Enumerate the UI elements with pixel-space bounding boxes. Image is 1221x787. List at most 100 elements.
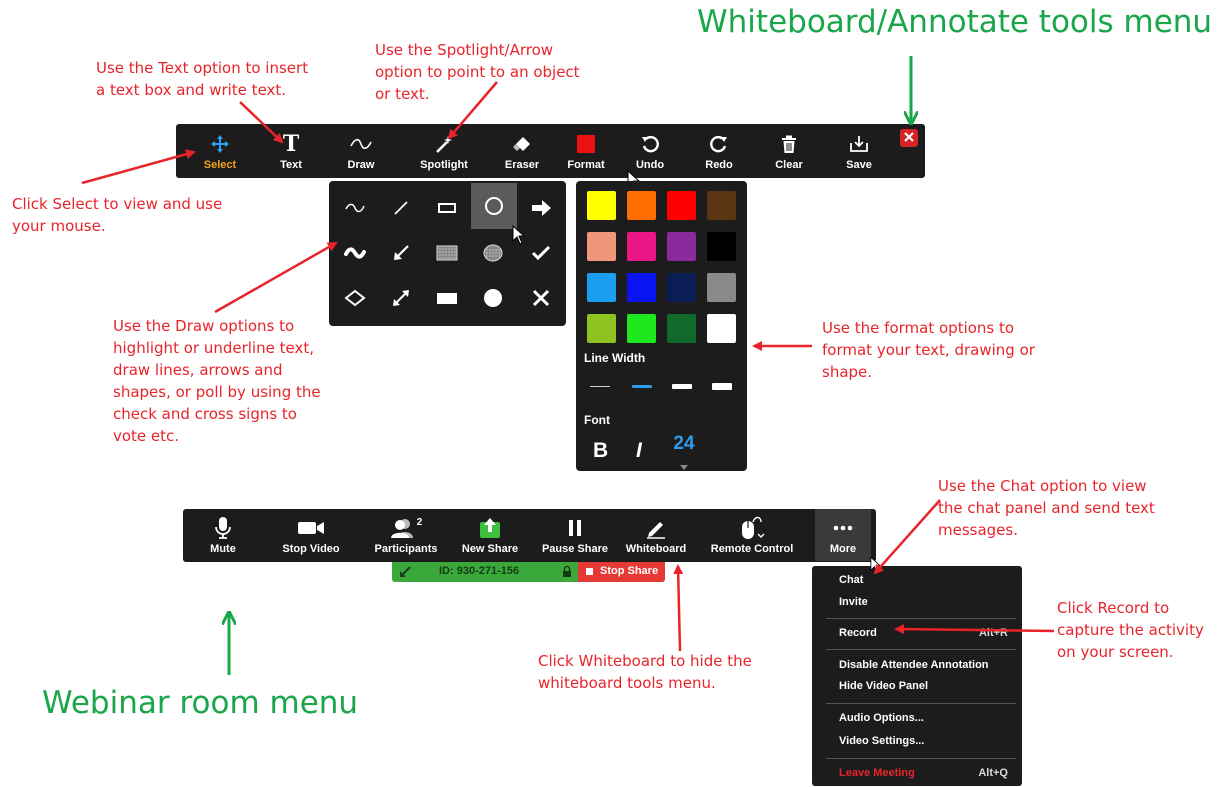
spotlight-tool-label: Spotlight [420, 159, 468, 171]
participants-icon: 2 [390, 515, 423, 541]
undo-icon [640, 132, 660, 156]
italic-button[interactable]: I [636, 439, 642, 463]
save-tool-button[interactable]: Save [831, 124, 887, 178]
save-tool-label: Save [846, 159, 872, 171]
straight-line-icon[interactable] [379, 186, 423, 230]
arrow-right-icon[interactable] [519, 186, 563, 230]
more-button[interactable]: More [815, 509, 871, 561]
eraser-tool-button[interactable]: Eraser [494, 124, 550, 178]
more-menu: Chat Invite Record Alt+R Disable Attende… [812, 566, 1022, 786]
color-swatch[interactable] [667, 314, 696, 343]
format-tool-button[interactable]: Format [558, 124, 614, 178]
pause-icon [568, 515, 582, 541]
clear-tool-label: Clear [775, 159, 803, 171]
menu-item-leave-meeting-label: Leave Meeting [839, 767, 915, 779]
line-width-thick[interactable] [672, 384, 692, 389]
arrow-to-whiteboard-button [673, 564, 684, 652]
menu-item-audio-options[interactable]: Audio Options... [812, 707, 1022, 729]
line-width-medium[interactable] [632, 385, 652, 388]
color-swatch[interactable] [627, 273, 656, 302]
filled-circle-icon[interactable] [471, 276, 515, 320]
color-swatch[interactable] [667, 191, 696, 220]
color-swatch[interactable] [587, 314, 616, 343]
menu-item-video-settings[interactable]: Video Settings... [812, 730, 1022, 752]
select-tool-label: Select [203, 159, 237, 171]
menu-item-chat[interactable]: Chat [812, 569, 1022, 591]
eraser-icon [512, 132, 532, 156]
meeting-id-text: ID: 930-271-156 [439, 565, 520, 577]
color-swatch[interactable] [587, 273, 616, 302]
color-swatch[interactable] [627, 232, 656, 261]
note-whiteboard-option: Click Whiteboard to hide the whiteboard … [538, 652, 752, 692]
ellipse-outline-icon[interactable] [471, 183, 517, 229]
color-swatch[interactable] [667, 232, 696, 261]
menu-item-invite[interactable]: Invite [812, 591, 1022, 613]
color-swatch[interactable] [707, 232, 736, 261]
draw-palette [329, 181, 566, 326]
line-width-thin[interactable] [590, 386, 610, 387]
double-arrow-icon[interactable] [379, 276, 423, 320]
whiteboard-menu-title: Whiteboard/Annotate tools menu [697, 4, 1213, 40]
filled-rect-pattern-icon[interactable] [425, 231, 469, 275]
mouse-icon [739, 515, 765, 541]
squiggle-icon [350, 132, 372, 156]
menu-item-invite-label: Invite [839, 596, 868, 608]
diamond-outline-icon[interactable] [333, 276, 377, 320]
filled-rectangle-icon[interactable] [425, 276, 469, 320]
menu-item-leave-meeting[interactable]: Leave Meeting Alt+Q [812, 762, 1022, 784]
leave-shortcut: Alt+Q [978, 767, 1008, 779]
note-text-option: Use the Text option to insert a text box… [96, 59, 309, 99]
color-swatch[interactable] [587, 232, 616, 261]
spotlight-tool-button[interactable]: Spotlight [408, 124, 480, 178]
participants-count: 2 [416, 516, 423, 528]
color-swatch[interactable] [627, 314, 656, 343]
close-annotate-button[interactable] [900, 129, 918, 147]
share-arrow-icon [398, 565, 412, 584]
font-size-select[interactable]: 24 [671, 433, 697, 470]
squiggle-line-icon[interactable] [333, 186, 377, 230]
menu-item-record[interactable]: Record Alt+R [812, 622, 1022, 644]
note-chat-option: Use the Chat option to view the chat pan… [938, 477, 1155, 539]
new-share-button[interactable]: New Share [455, 509, 525, 561]
color-swatch[interactable] [627, 191, 656, 220]
participants-button[interactable]: 2 Participants [365, 509, 447, 561]
menu-item-disable-annotation[interactable]: Disable Attendee Annotation [812, 654, 1022, 676]
filled-ellipse-pattern-icon[interactable] [471, 231, 515, 275]
text-tool-button[interactable]: T Text [264, 124, 318, 178]
select-tool-button[interactable]: Select [194, 124, 246, 178]
annotate-toolbar: Select T Text Draw Spotlight Eraser Form… [176, 124, 925, 178]
stop-share-button[interactable]: Stop Share [578, 562, 665, 582]
lock-icon [562, 565, 572, 583]
remote-control-button[interactable]: Remote Control [707, 509, 797, 561]
redo-tool-button[interactable]: Redo [691, 124, 747, 178]
menu-item-hide-video-panel[interactable]: Hide Video Panel [812, 675, 1022, 697]
whiteboard-button[interactable]: Whiteboard [621, 509, 691, 561]
bold-button[interactable]: B [593, 439, 608, 463]
pause-share-button[interactable]: Pause Share [537, 509, 613, 561]
menu-item-record-label: Record [839, 627, 877, 639]
rectangle-outline-icon[interactable] [425, 186, 469, 230]
draw-tool-button[interactable]: Draw [333, 124, 389, 178]
color-swatch[interactable] [707, 273, 736, 302]
remote-control-label: Remote Control [710, 543, 794, 555]
record-shortcut: Alt+R [978, 627, 1008, 639]
arrow-to-more-menu [873, 499, 941, 575]
line-width-extra-thick[interactable] [712, 383, 732, 390]
clear-tool-button[interactable]: Clear [761, 124, 817, 178]
arrow-down-left-icon[interactable] [379, 231, 423, 275]
menu-divider [826, 649, 1016, 650]
share-up-arrow-icon [479, 515, 501, 541]
cross-mark-icon[interactable] [519, 276, 563, 320]
chevron-down-icon [680, 457, 688, 475]
thick-squiggle-icon[interactable] [333, 231, 377, 275]
menu-divider [826, 618, 1016, 619]
mute-button[interactable]: Mute [197, 509, 249, 561]
stop-video-button[interactable]: Stop Video [271, 509, 351, 561]
color-swatch[interactable] [707, 314, 736, 343]
color-swatch[interactable] [667, 273, 696, 302]
color-swatch[interactable] [587, 191, 616, 220]
color-swatch[interactable] [707, 191, 736, 220]
close-icon [904, 129, 914, 147]
share-status-bar: ID: 930-271-156 Stop Share [392, 562, 665, 582]
menu-item-video-settings-label: Video Settings... [839, 735, 925, 747]
